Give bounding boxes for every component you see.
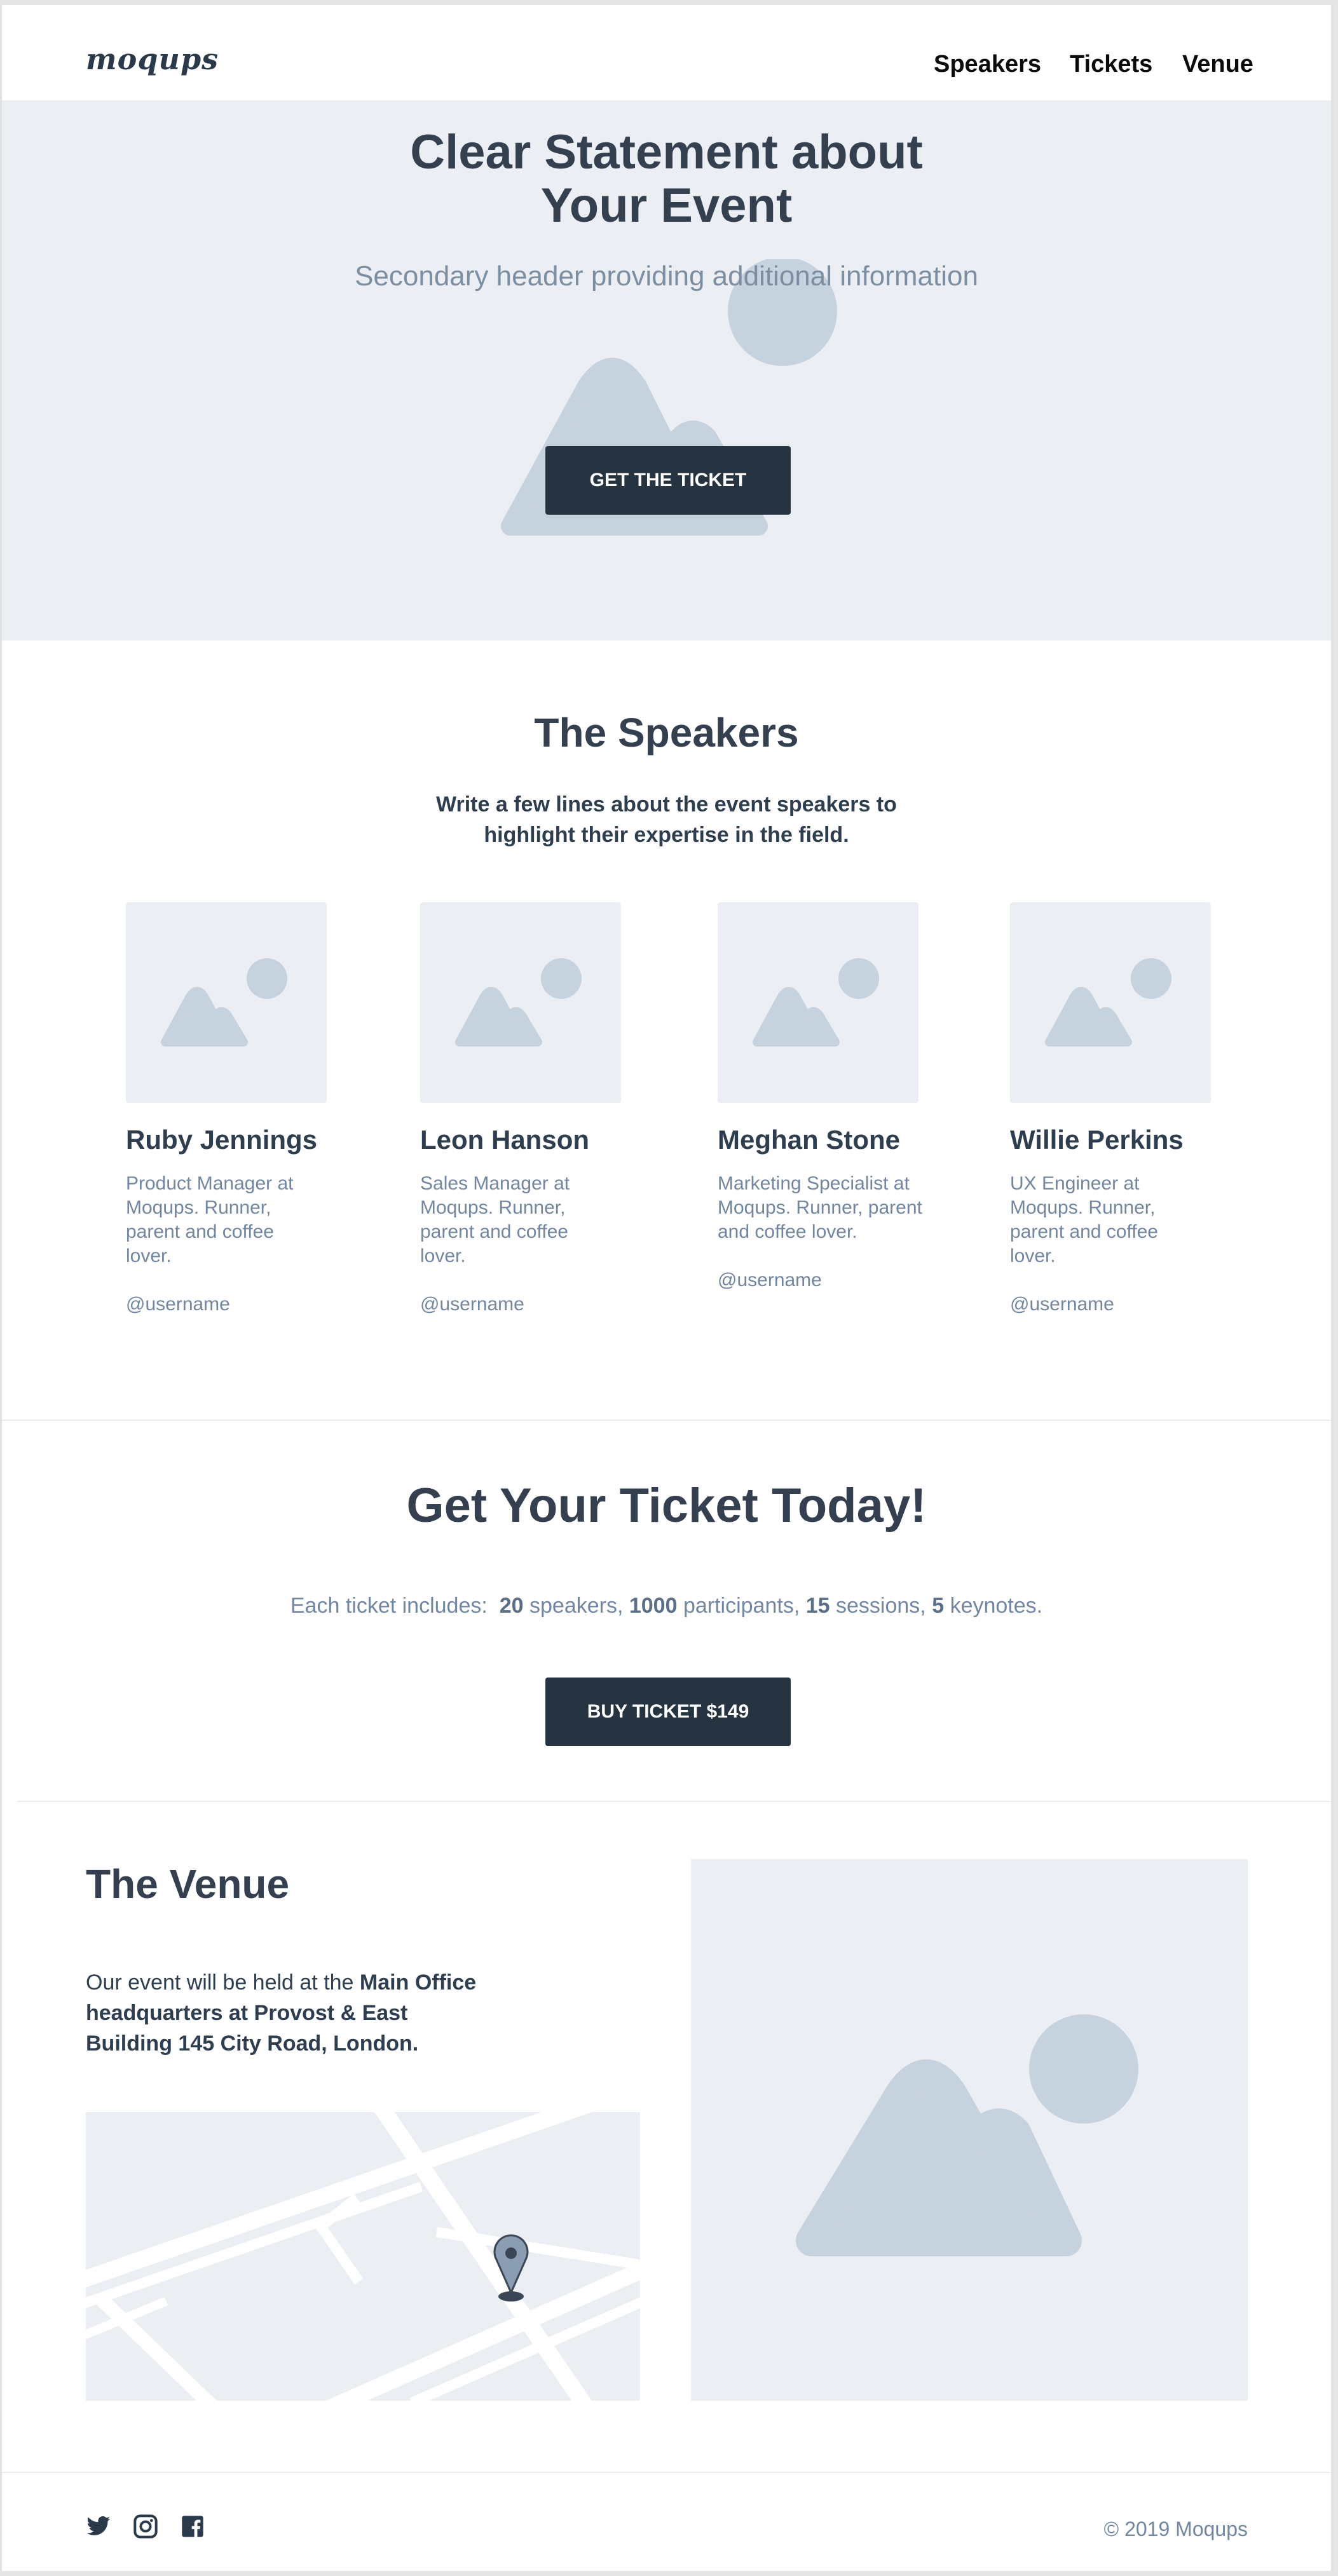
- speaker-bio: Sales Manager at Moqups. Runner, parent …: [420, 1173, 570, 1266]
- speaker-name: Willie Perkins: [1010, 1125, 1184, 1155]
- speaker-card: Ruby Jennings Product Manager at Moqups.…: [126, 902, 327, 1315]
- speaker-card: Willie Perkins UX Engineer at Moqups. Ru…: [1010, 902, 1211, 1315]
- nav-speakers[interactable]: Speakers: [934, 51, 1041, 78]
- social-links: [86, 2514, 226, 2542]
- speaker-bio: Marketing Specialist at Moqups. Runner, …: [718, 1173, 922, 1242]
- speaker-name: Leon Hanson: [420, 1125, 590, 1155]
- speaker-photo-placeholder: [126, 902, 327, 1103]
- speaker-name: Ruby Jennings: [126, 1125, 318, 1155]
- facebook-icon[interactable]: [180, 2514, 205, 2542]
- speaker-username[interactable]: @username: [718, 1270, 927, 1291]
- speaker-bio: UX Engineer at Moqups. Runner, parent an…: [1010, 1173, 1158, 1266]
- nav-venue[interactable]: Venue: [1182, 51, 1253, 78]
- get-ticket-button[interactable]: GET THE TICKET: [545, 446, 791, 515]
- speaker-card: Meghan Stone Marketing Specialist at Moq…: [718, 902, 927, 1291]
- speaker-photo-placeholder: [1010, 902, 1211, 1103]
- twitter-icon[interactable]: [86, 2514, 111, 2542]
- tickets-title: Get Your Ticket Today!: [406, 1479, 927, 1533]
- page: moqups Speakers Tickets Venue Clear Stat…: [0, 5, 1333, 2571]
- ticket-includes: Each ticket includes: 20 speakers, 1000 …: [290, 1594, 1043, 1618]
- buy-ticket-button[interactable]: BUY TICKET $149: [545, 1678, 791, 1746]
- speakers-intro: Write a few lines about the event speake…: [436, 792, 897, 847]
- nav-tickets[interactable]: Tickets: [1070, 51, 1152, 78]
- speakers-title: The Speakers: [534, 710, 799, 756]
- speaker-card: Leon Hanson Sales Manager at Moqups. Run…: [420, 902, 621, 1315]
- speaker-photo-placeholder: [718, 902, 918, 1103]
- speaker-name: Meghan Stone: [718, 1125, 901, 1155]
- venue-title: The Venue: [86, 1861, 290, 1907]
- map-roads: [86, 2112, 640, 2401]
- section-divider: [17, 1801, 1331, 1802]
- section-divider: [2, 1420, 1331, 1421]
- copyright: © 2019 Moqups: [1103, 2518, 1248, 2540]
- venue-map[interactable]: [86, 2112, 640, 2401]
- footer-divider: [2, 2472, 1331, 2473]
- venue-photo-placeholder: [691, 1859, 1248, 2401]
- speaker-username[interactable]: @username: [126, 1294, 327, 1315]
- speaker-bio: Product Manager at Moqups. Runner, paren…: [126, 1173, 294, 1266]
- speaker-username[interactable]: @username: [1010, 1294, 1211, 1315]
- instagram-icon[interactable]: [133, 2514, 158, 2542]
- hero-title: Clear Statement about Your Event: [410, 125, 923, 233]
- hero-subtitle: Secondary header providing additional in…: [355, 261, 978, 292]
- speaker-photo-placeholder: [420, 902, 621, 1103]
- venue-description: Our event will be held at the Main Offic…: [86, 1970, 477, 2056]
- speaker-username[interactable]: @username: [420, 1294, 621, 1315]
- map-pin-icon[interactable]: [491, 2233, 531, 2303]
- logo[interactable]: moqups: [86, 42, 219, 76]
